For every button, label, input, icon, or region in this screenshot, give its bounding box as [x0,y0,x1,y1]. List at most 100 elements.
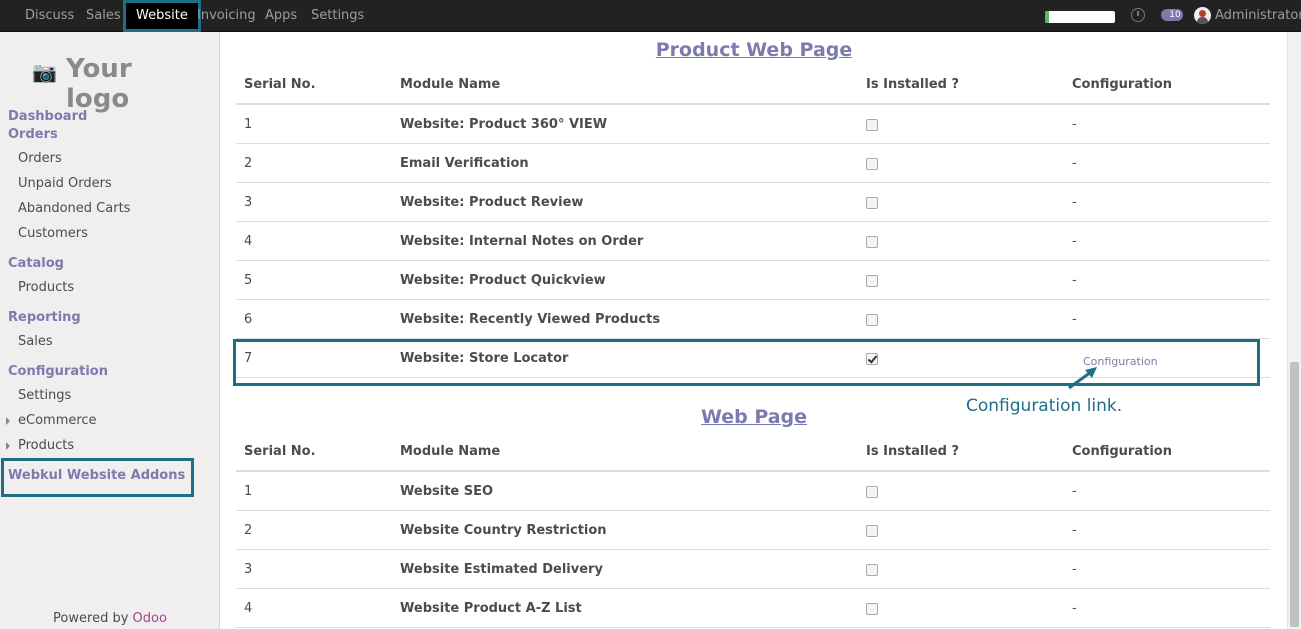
installed-checkbox[interactable] [866,236,878,248]
sidebar-dashboard[interactable]: Dashboard [8,109,87,124]
installed-checkbox[interactable] [866,197,878,209]
company-logo[interactable]: 📷 Your logo [22,46,202,114]
col-installed: Is Installed ? [866,444,960,459]
sidebar-item-webkul-addons[interactable]: Webkul Website Addons [8,468,185,483]
configuration-value: - [1072,562,1077,577]
installed-checkbox[interactable] [866,275,878,287]
installed-checkbox[interactable] [866,486,878,498]
scrollbar[interactable] [1287,32,1301,629]
table-row: 5 Website: Product Quickview - [236,261,1270,300]
section-title-web-page: Web Page [700,406,808,428]
main-content: Product Web Page Serial No. Module Name … [221,32,1287,629]
progress-bar[interactable] [1045,11,1115,23]
serial-number: 1 [244,117,253,132]
table-row: 1 Website: Product 360° VIEW - [236,105,1270,144]
configuration-value: - [1072,312,1077,327]
module-name: Website: Recently Viewed Products [400,312,661,327]
table-row: 4 Website Product A-Z List - [236,589,1270,628]
module-name: Website SEO [400,484,494,499]
scrollbar-thumb[interactable] [1290,362,1299,627]
col-module: Module Name [400,444,501,459]
table-row: 2 Email Verification - [236,144,1270,183]
section-title-product-web-page: Product Web Page [655,39,853,61]
sidebar-head-reporting: Reporting [8,310,81,325]
col-configuration: Configuration [1072,77,1172,92]
serial-number: 3 [244,195,253,210]
table-row: 3 Website: Product Review - [236,183,1270,222]
powered-by: Powered by Odoo [0,611,220,626]
arrow-icon [1068,367,1097,390]
col-serial: Serial No. [244,77,316,92]
sidebar-head-orders: Orders [8,127,58,142]
installed-checkbox[interactable] [866,158,878,170]
sidebar-head-catalog: Catalog [8,256,64,271]
table-row: 6 Website: Recently Viewed Products - [236,300,1270,339]
serial-number: 4 [244,601,253,616]
sidebar-item-config-products[interactable]: Products [18,438,74,453]
serial-number: 3 [244,562,253,577]
sidebar-item-abandoned-carts[interactable]: Abandoned Carts [18,201,130,216]
menu-sales[interactable]: Sales [86,0,121,32]
sidebar: 📷 Your logo Dashboard Orders Orders Unpa… [0,32,220,629]
configuration-value: - [1072,273,1077,288]
menu-settings[interactable]: Settings [311,0,364,32]
configuration-value: - [1072,601,1077,616]
installed-checkbox[interactable] [866,564,878,576]
menu-website[interactable]: Website [123,0,201,32]
installed-checkbox[interactable] [866,603,878,615]
col-module: Module Name [400,77,501,92]
clock-icon[interactable] [1131,8,1145,22]
module-name: Website: Internal Notes on Order [400,234,644,249]
sidebar-item-settings[interactable]: Settings [18,388,71,403]
module-name: Website: Product Review [400,195,584,210]
sidebar-item-products[interactable]: Products [18,280,74,295]
installed-checkbox[interactable] [866,525,878,537]
configuration-value: - [1072,234,1077,249]
sidebar-item-ecommerce[interactable]: eCommerce [18,413,97,428]
module-name: Website: Product 360° VIEW [400,117,608,132]
installed-checkbox[interactable] [866,314,878,326]
avatar[interactable] [1194,7,1211,24]
avatar-body [1197,17,1208,24]
menu-apps[interactable]: Apps [265,0,297,32]
module-name: Website Estimated Delivery [400,562,603,577]
table-header: Serial No. Module Name Is Installed ? Co… [236,65,1270,105]
sidebar-item-customers[interactable]: Customers [18,226,88,241]
avatar-head [1199,10,1206,17]
caret-right-icon[interactable] [6,417,10,425]
table-row: 4 Website: Internal Notes on Order - [236,222,1270,261]
col-installed: Is Installed ? [866,77,960,92]
module-name: Website Product A-Z List [400,601,582,616]
serial-number: 2 [244,523,253,538]
configuration-value: - [1072,156,1077,171]
sidebar-item-orders[interactable]: Orders [18,151,62,166]
serial-number: 1 [244,484,253,499]
module-name: Website: Product Quickview [400,273,606,288]
user-menu[interactable]: Administrator [1215,0,1301,31]
serial-number: 6 [244,312,253,327]
sidebar-head-configuration: Configuration [8,364,108,379]
table-row: 1 Website SEO - [236,472,1270,511]
col-configuration: Configuration [1072,444,1172,459]
progress-fill [1045,11,1049,23]
configuration-value: - [1072,523,1077,538]
odoo-link[interactable]: Odoo [133,611,167,626]
top-navbar: Discuss Sales Website Invoicing Apps Set… [0,0,1301,32]
installed-checkbox[interactable] [866,119,878,131]
configuration-value: - [1072,117,1077,132]
logo-text: Your logo [66,54,132,114]
configuration-value: - [1072,484,1077,499]
module-name: Email Verification [400,156,529,171]
sidebar-item-sales[interactable]: Sales [18,334,53,349]
table-header: Serial No. Module Name Is Installed ? Co… [236,432,1270,472]
serial-number: 2 [244,156,253,171]
chat-count: 10 [1169,10,1181,20]
menu-discuss[interactable]: Discuss [25,0,74,32]
chat-icon[interactable]: 10 [1161,9,1183,21]
menu-invoicing[interactable]: Invoicing [197,0,256,32]
configuration-value: - [1072,195,1077,210]
caret-right-icon[interactable] [6,442,10,450]
table-row: 3 Website Estimated Delivery - [236,550,1270,589]
sidebar-item-unpaid-orders[interactable]: Unpaid Orders [18,176,112,191]
serial-number: 5 [244,273,253,288]
